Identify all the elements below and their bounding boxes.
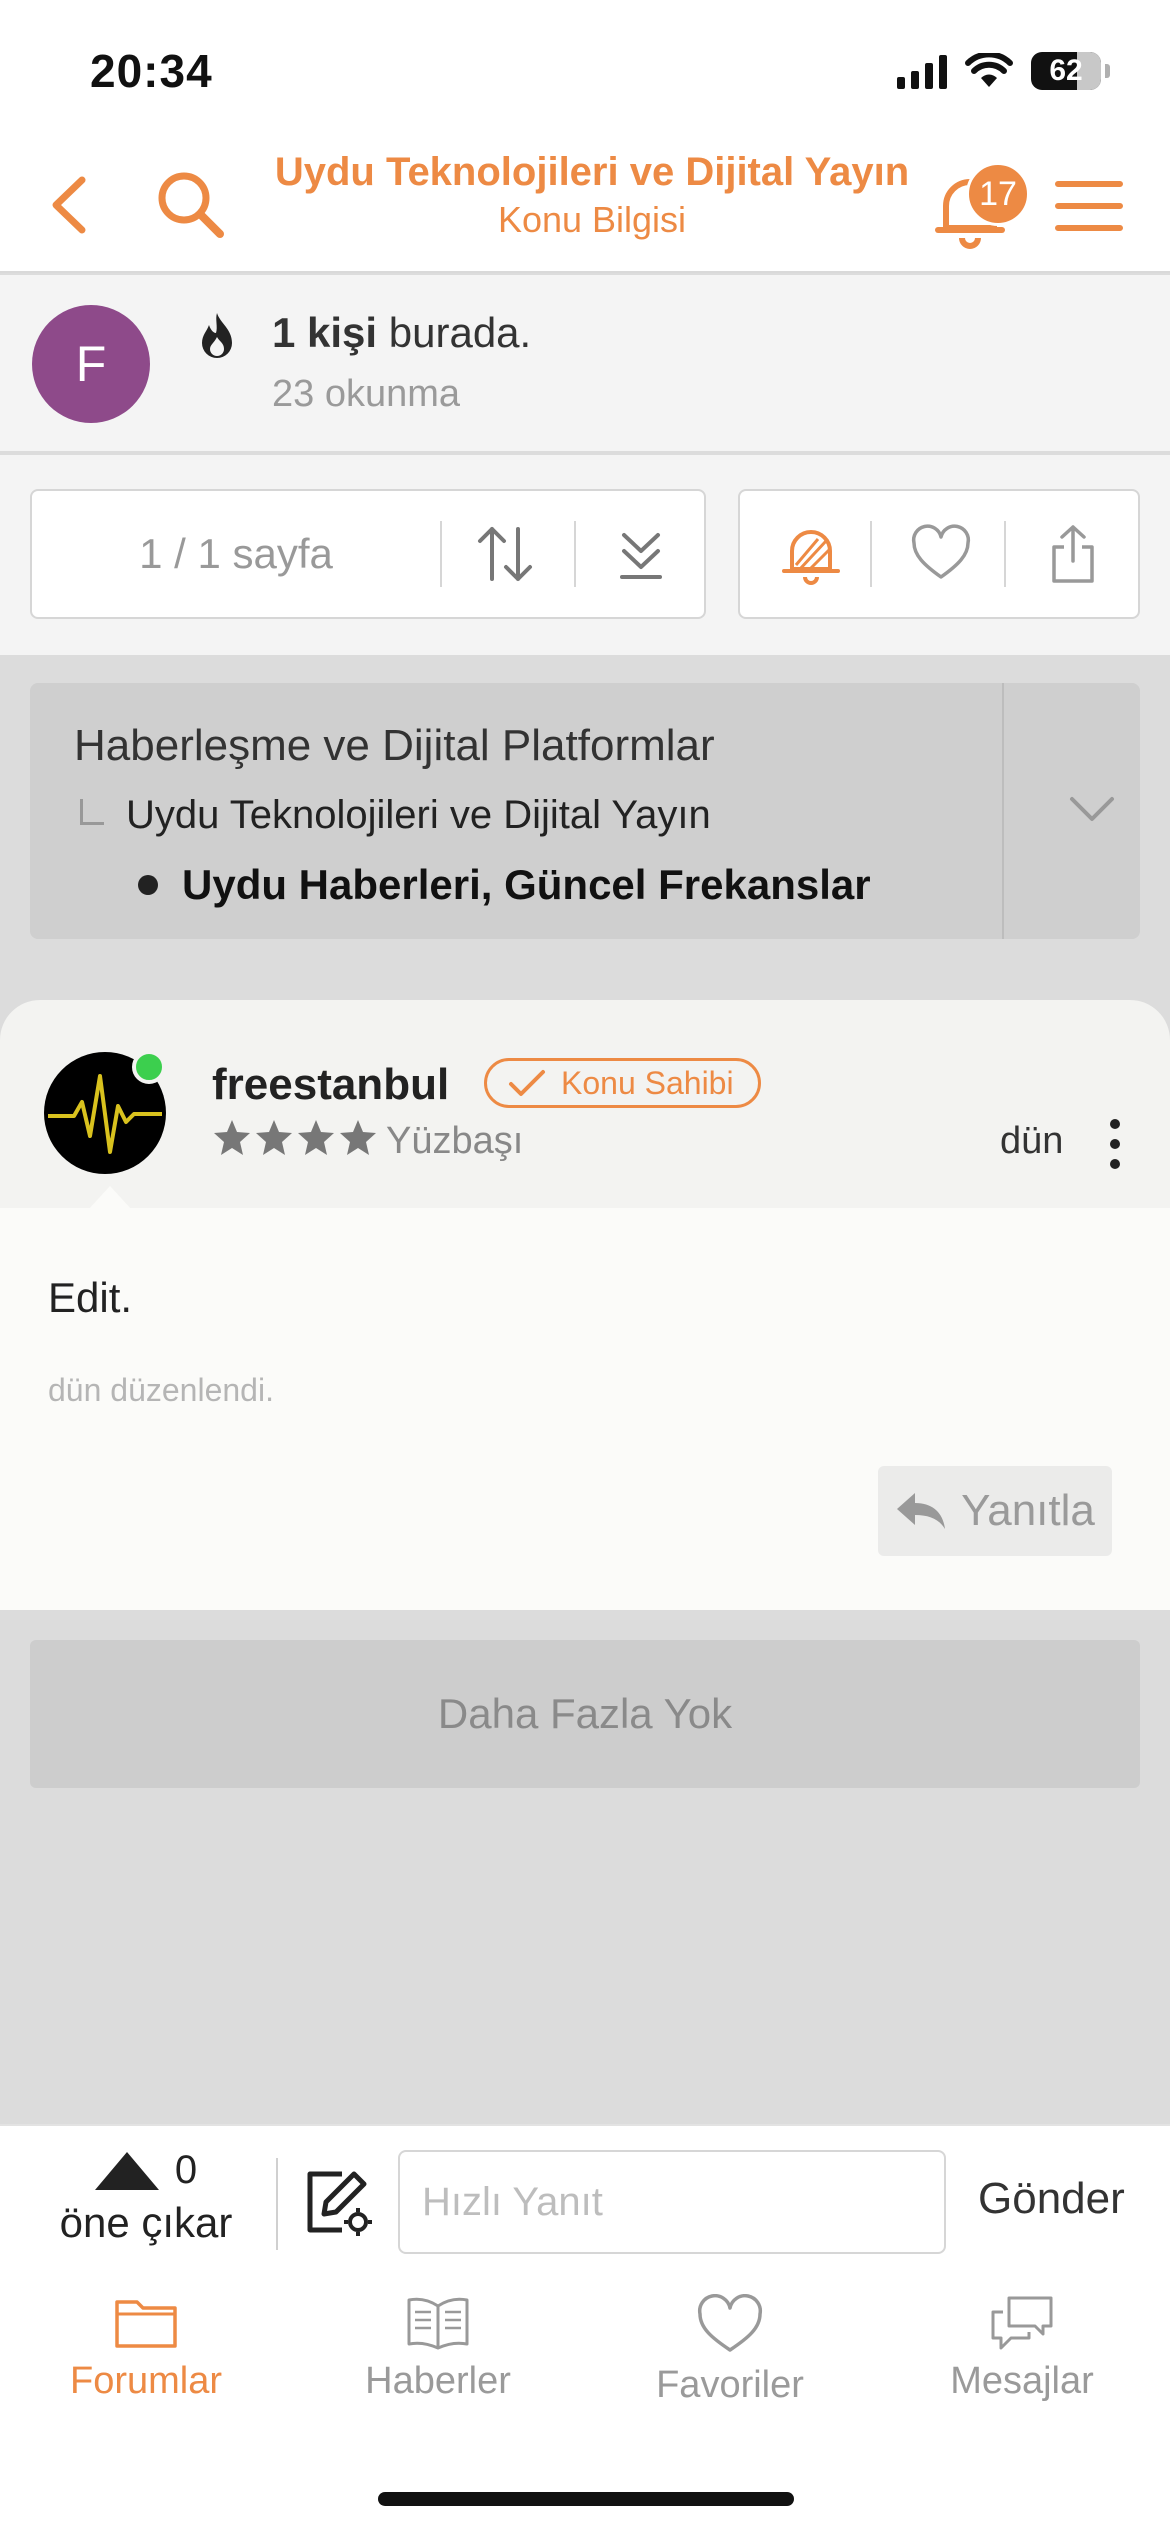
wifi-icon — [965, 53, 1013, 87]
breadcrumb-level-3[interactable]: Uydu Haberleri, Güncel Frekanslar — [138, 861, 871, 909]
star-icon — [256, 1120, 292, 1155]
viewers-panel: F 1 kişi burada. 23 okunma — [0, 275, 1170, 453]
hamburger-menu-icon[interactable] — [1054, 178, 1124, 234]
pagination-controls: 1 / 1 sayfa — [30, 489, 706, 619]
current-bullet — [138, 875, 158, 895]
breadcrumb-level-1[interactable]: Haberleşme ve Dijital Platformlar — [74, 721, 715, 771]
more-options-icon[interactable] — [1104, 1118, 1126, 1170]
check-icon — [509, 1070, 545, 1096]
thread-actions — [738, 489, 1140, 619]
owner-badge: Konu Sahibi — [484, 1058, 761, 1108]
status-icons: 62 — [897, 52, 1110, 90]
no-more-posts: Daha Fazla Yok — [30, 1640, 1140, 1788]
star-icon — [298, 1120, 334, 1155]
tab-messages-label: Mesajlar — [950, 2360, 1094, 2402]
divider — [870, 521, 872, 587]
page-indicator[interactable]: 1 / 1 sayfa — [32, 491, 440, 617]
jump-to-bottom-icon[interactable] — [608, 521, 674, 587]
online-status-dot — [132, 1050, 166, 1084]
status-time: 20:34 — [90, 45, 213, 97]
tab-forums-label: Forumlar — [69, 2360, 223, 2402]
edited-note: dün düzenlendi. — [48, 1372, 274, 1408]
avatar[interactable]: F — [32, 305, 150, 423]
back-chevron-icon[interactable] — [42, 170, 102, 240]
page-subtitle: Konu Bilgisi — [497, 199, 687, 240]
fire-icon — [202, 313, 232, 358]
breadcrumb-level-3-label: Uydu Haberleri, Güncel Frekanslar — [182, 861, 871, 908]
vote-count: 0 — [174, 2148, 198, 2192]
star-icon — [214, 1120, 250, 1155]
star-icon — [340, 1120, 376, 1155]
tab-favorites[interactable]: Favoriler — [584, 2294, 876, 2407]
chat-bubbles-icon — [991, 2296, 1053, 2350]
send-button[interactable]: Gönder — [978, 2174, 1125, 2224]
signal-icon — [897, 53, 947, 89]
battery-icon: 62 — [1031, 52, 1101, 90]
divider — [1002, 683, 1004, 939]
read-count: 23 okunma — [272, 373, 461, 415]
breadcrumb-level-2[interactable]: Uydu Teknolojileri ve Dijital Yayın — [80, 793, 711, 838]
header-title-block: Uydu Teknolojileri ve Dijital Yayın Konu… — [272, 150, 912, 241]
upvote-label: öne çıkar — [59, 2199, 233, 2246]
heart-icon — [697, 2294, 763, 2352]
tab-favorites-label: Favoriler — [656, 2364, 804, 2406]
folder-icon — [115, 2300, 177, 2348]
user-rank: Yüzbaşı — [386, 1120, 524, 1162]
sort-arrows-icon[interactable] — [472, 521, 538, 587]
share-icon[interactable] — [1040, 521, 1106, 587]
reply-label: Yanıtla — [961, 1486, 1095, 1535]
top-navigation-bar: Uydu Teknolojileri ve Dijital Yayın Konu… — [0, 140, 1170, 273]
upvote-button[interactable]: 0 öne çıkar — [56, 2148, 236, 2247]
quick-reply-input[interactable] — [398, 2150, 946, 2254]
newspaper-icon — [407, 2297, 469, 2350]
notification-badge[interactable]: 17 — [966, 162, 1030, 226]
divider — [574, 521, 576, 587]
tab-messages[interactable]: Mesajlar — [876, 2294, 1168, 2403]
upvote-triangle-icon — [94, 2151, 159, 2190]
post-content: Edit. — [48, 1274, 133, 1321]
page-title: Uydu Teknolojileri ve Dijital Yayın — [274, 150, 910, 194]
chevron-down-icon[interactable] — [1066, 783, 1118, 835]
battery-level: 62 — [1049, 54, 1083, 87]
quick-reply-bar: 0 öne çıkar Gönder — [0, 2124, 1170, 2274]
post-timestamp: dün — [1000, 1120, 1064, 1162]
thread-toolbar: 1 / 1 sayfa — [0, 455, 1170, 655]
divider — [1004, 521, 1006, 587]
home-indicator — [378, 2492, 794, 2506]
tree-connector — [80, 798, 104, 825]
reply-arrow-icon — [897, 1493, 946, 1529]
heart-icon[interactable] — [908, 521, 974, 587]
rank-stars — [212, 1118, 378, 1156]
tab-forums[interactable]: Forumlar — [0, 2294, 292, 2403]
bubble-pointer — [88, 1186, 132, 1210]
breadcrumb[interactable]: Haberleşme ve Dijital Platformlar Uydu T… — [30, 683, 1140, 939]
divider — [440, 521, 442, 587]
post-body: Edit. dün düzenlendi. Yanıtla — [0, 1208, 1170, 1610]
divider — [276, 2158, 278, 2250]
battery-tip — [1105, 64, 1110, 78]
post-card: freestanbul Konu Sahibi Yüzbaşı dün Edit… — [0, 1000, 1170, 1610]
search-icon[interactable] — [152, 166, 228, 242]
subscribe-bell-icon[interactable] — [778, 521, 844, 587]
status-bar: 20:34 62 — [0, 0, 1170, 140]
tab-news[interactable]: Haberler — [292, 2294, 584, 2403]
owner-badge-label: Konu Sahibi — [561, 1064, 734, 1101]
breadcrumb-level-2-label: Uydu Teknolojileri ve Dijital Yayın — [126, 793, 711, 837]
advanced-editor-icon[interactable] — [302, 2166, 374, 2238]
post-username[interactable]: freestanbul — [212, 1060, 449, 1110]
reply-button[interactable]: Yanıtla — [878, 1466, 1112, 1556]
active-viewers-text: 1 kişi burada. — [272, 309, 532, 356]
tab-news-label: Haberler — [365, 2360, 511, 2402]
